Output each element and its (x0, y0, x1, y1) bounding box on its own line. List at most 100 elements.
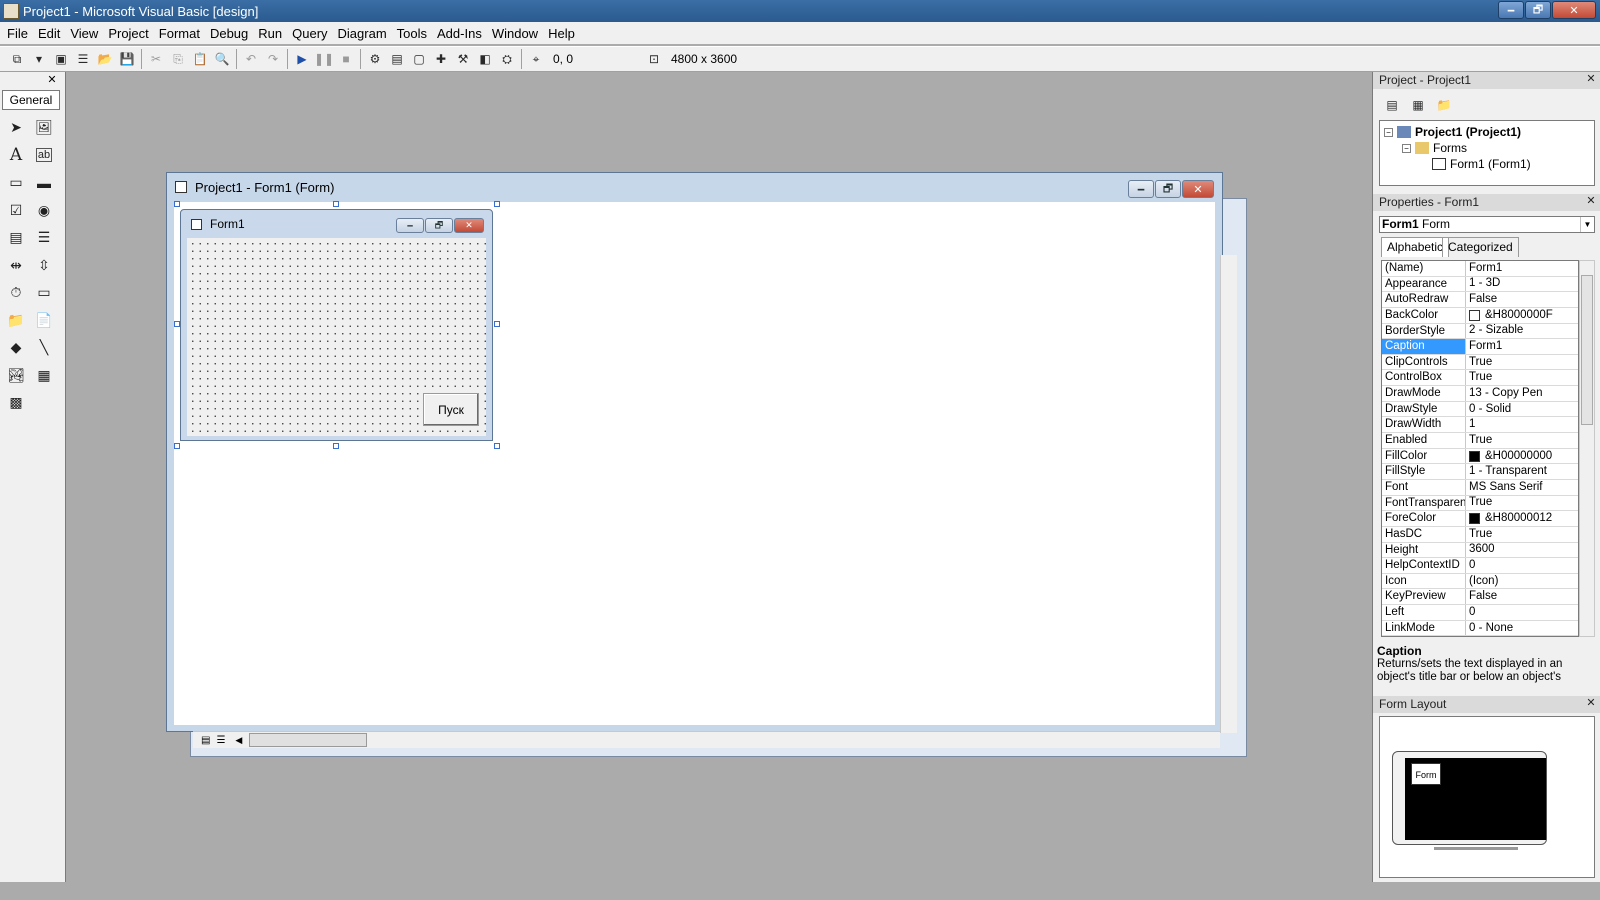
tab-alphabetic[interactable]: Alphabetic (1381, 237, 1450, 257)
property-value[interactable]: True (1466, 527, 1578, 542)
drivelistbox-tool-icon[interactable]: ▭ (30, 279, 58, 307)
commandbutton-tool-icon[interactable]: ▬ (30, 169, 58, 197)
shape-tool-icon[interactable]: ◆ (2, 334, 30, 362)
property-row[interactable]: DrawStyle 0 - Solid (1382, 401, 1578, 418)
property-row[interactable]: BackColor &H8000000F (1382, 307, 1578, 324)
property-value[interactable]: 0 - None (1466, 621, 1578, 636)
copy-icon[interactable]: ⎘ (167, 48, 189, 70)
property-row[interactable]: ClipControls True (1382, 354, 1578, 371)
designer-vertical-scrollbar[interactable] (1220, 255, 1237, 733)
image-tool-icon[interactable]: 🏞 (2, 362, 30, 390)
break-icon[interactable]: ❚❚ (313, 48, 335, 70)
property-value[interactable]: 2 - Sizable (1466, 324, 1578, 339)
pusk-command-button[interactable]: Пуск (423, 393, 479, 426)
menu-view[interactable]: View (65, 26, 103, 41)
menu-query[interactable]: Query (287, 26, 332, 41)
property-value[interactable]: 0 (1466, 605, 1578, 620)
property-row[interactable]: FillStyle 1 - Transparent (1382, 464, 1578, 480)
designer-horizontal-scrollbar[interactable]: ▤ ☰ ◀ (193, 731, 1220, 748)
add-project-icon[interactable]: ⧉ (6, 48, 28, 70)
start-icon[interactable]: ▶ (291, 48, 313, 70)
property-value[interactable]: 3600 (1466, 543, 1578, 558)
line-tool-icon[interactable]: ╲ (30, 334, 58, 362)
property-value[interactable]: 0 - Solid (1466, 402, 1578, 417)
property-value[interactable]: True (1466, 496, 1578, 511)
optionbutton-tool-icon[interactable]: ◉ (30, 197, 58, 225)
property-row[interactable]: Font MS Sans Serif (1382, 479, 1578, 496)
dirlistbox-tool-icon[interactable]: 📁 (2, 307, 30, 335)
property-value[interactable]: &H80000012 (1466, 511, 1578, 526)
timer-tool-icon[interactable]: ⏱ (2, 279, 30, 307)
property-row[interactable]: Left 0 (1382, 605, 1578, 621)
property-value[interactable]: False (1466, 292, 1578, 307)
minimize-button[interactable]: 🗕 (1498, 1, 1524, 19)
menu-window[interactable]: Window (487, 26, 543, 41)
property-value[interactable]: True (1466, 433, 1578, 448)
form-layout-close-icon[interactable]: ✕ (1584, 697, 1598, 711)
property-value[interactable]: MS Sans Serif (1466, 480, 1578, 495)
horizontal-scroll-thumb[interactable] (249, 733, 367, 747)
property-row[interactable]: (Name) Form1 (1382, 261, 1578, 277)
menu-debug[interactable]: Debug (205, 26, 253, 41)
view-object-icon[interactable]: ▤ (201, 735, 210, 746)
property-row[interactable]: Enabled True (1382, 433, 1578, 449)
property-value[interactable]: Form1 (1466, 339, 1578, 354)
designer-restore-button[interactable]: 🗗 (1155, 180, 1181, 198)
view-code-icon[interactable]: ☰ (216, 735, 225, 746)
property-grid-scrollbar[interactable] (1579, 260, 1595, 637)
chevron-down-icon[interactable]: ▼ (1580, 217, 1594, 232)
property-row[interactable]: LinkMode 0 - None (1382, 620, 1578, 636)
properties-window-icon[interactable]: ▤ (386, 48, 408, 70)
menu-editor-icon[interactable]: ☰ (72, 48, 94, 70)
collapse-icon[interactable]: − (1384, 127, 1393, 137)
property-value[interactable]: False (1466, 589, 1578, 604)
frame-tool-icon[interactable]: ▭ (2, 169, 30, 197)
toggle-folders-button[interactable]: 📁 (1433, 94, 1455, 116)
menu-run[interactable]: Run (253, 26, 287, 41)
property-row-selected[interactable]: Caption Form1 (1382, 339, 1578, 355)
project-explorer-icon[interactable]: ⚙ (364, 48, 386, 70)
property-row[interactable]: DrawWidth 1 (1382, 417, 1578, 434)
property-row[interactable]: DrawMode 13 - Copy Pen (1382, 386, 1578, 402)
form1-restore-button[interactable]: 🗗 (425, 218, 453, 233)
cut-icon[interactable]: ✂ (145, 48, 167, 70)
property-value[interactable]: (Icon) (1466, 574, 1578, 589)
resize-handle-sw[interactable] (174, 443, 180, 449)
resize-handle-nw[interactable] (174, 201, 180, 207)
property-row[interactable]: Height 3600 (1382, 542, 1578, 559)
property-row[interactable]: ForeColor &H80000012 (1382, 511, 1578, 527)
property-value[interactable]: 0 (1466, 558, 1578, 573)
paste-icon[interactable]: 📋 (189, 48, 211, 70)
close-button[interactable]: ✕ (1552, 1, 1596, 19)
view-code-button[interactable]: ▤ (1381, 94, 1403, 116)
property-row[interactable]: FillColor &H00000000 (1382, 448, 1578, 465)
open-project-icon[interactable]: 📂 (94, 48, 116, 70)
data-view-icon[interactable]: ◧ (474, 48, 496, 70)
resize-handle-e[interactable] (494, 321, 500, 327)
filelistbox-tool-icon[interactable]: 📄 (30, 307, 58, 335)
menu-tools[interactable]: Tools (392, 26, 432, 41)
tree-item-form1[interactable]: Form1 (Form1) (1432, 157, 1531, 171)
resize-handle-n[interactable] (333, 201, 339, 207)
menu-edit[interactable]: Edit (33, 26, 65, 41)
pointer-tool-icon[interactable]: ➤ (2, 114, 30, 142)
toolbox-close-icon[interactable]: ✕ (45, 74, 59, 88)
property-row[interactable]: HasDC True (1382, 526, 1578, 543)
hscrollbar-tool-icon[interactable]: ⇹ (2, 252, 30, 280)
property-row[interactable]: ControlBox True (1382, 370, 1578, 387)
resize-handle-se[interactable] (494, 443, 500, 449)
property-row[interactable]: Icon (Icon) (1382, 573, 1578, 590)
form1-close-button[interactable]: ✕ (454, 218, 484, 233)
property-row[interactable]: KeyPreview False (1382, 589, 1578, 606)
property-value[interactable]: 1 - 3D (1466, 277, 1578, 292)
object-browser-icon[interactable]: ✚ (430, 48, 452, 70)
vscrollbar-tool-icon[interactable]: ⇳ (30, 252, 58, 280)
data-tool-icon[interactable]: ▦ (30, 362, 58, 390)
property-value[interactable]: 1 (1466, 417, 1578, 432)
property-scroll-thumb[interactable] (1581, 275, 1593, 425)
picturebox-tool-icon[interactable]: 🖼 (30, 114, 58, 142)
form-layout-icon[interactable]: ▢ (408, 48, 430, 70)
menu-format[interactable]: Format (154, 26, 205, 41)
property-value[interactable]: True (1466, 355, 1578, 370)
resize-handle-w[interactable] (174, 321, 180, 327)
